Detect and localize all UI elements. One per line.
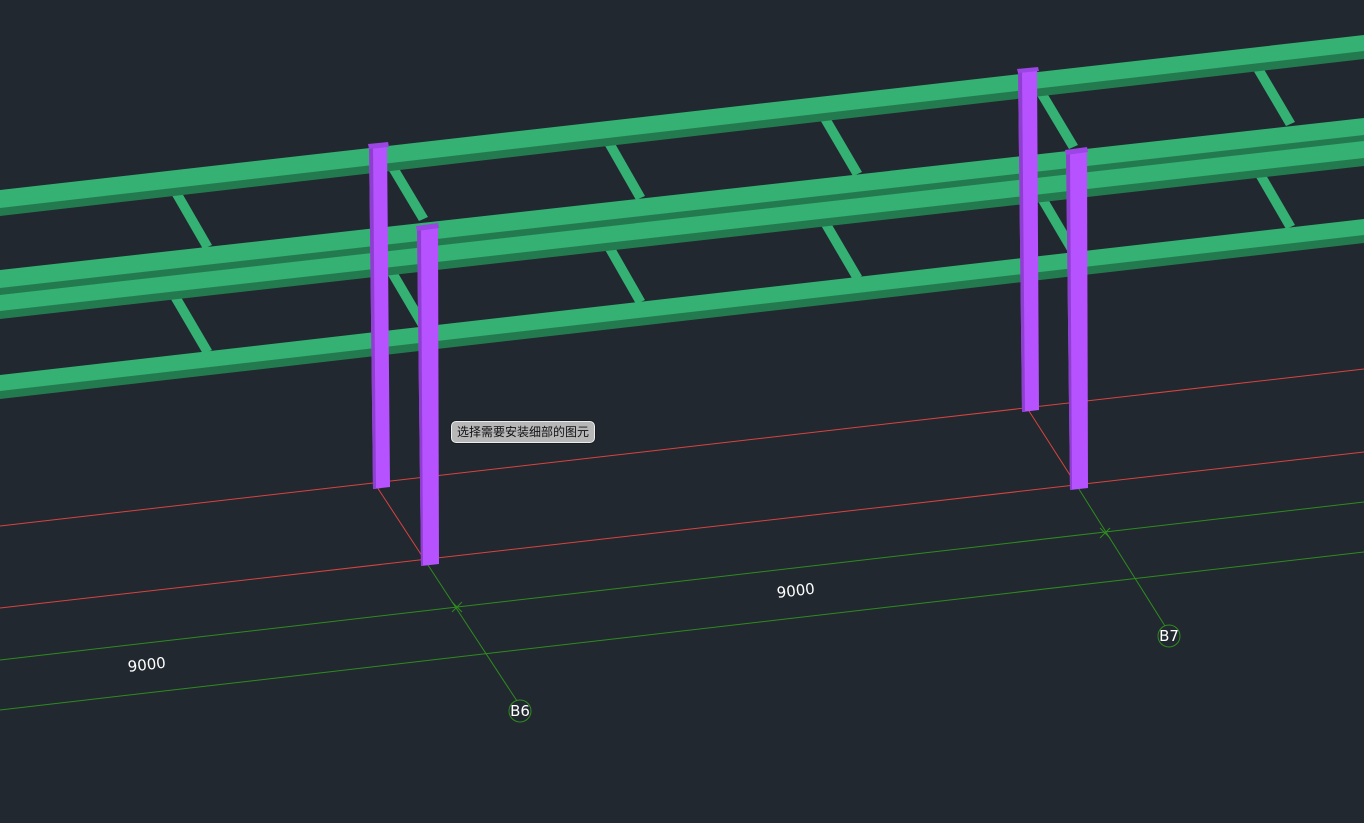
axis-label-b7[interactable]: B7	[1157, 624, 1181, 648]
red-grid-line	[0, 368, 1364, 527]
main-beam-shadow	[0, 51, 1364, 216]
dimension-tick	[1099, 527, 1111, 539]
red-grid-line	[376, 486, 427, 563]
green-axis-line-b6	[425, 561, 518, 702]
green-axis-line-b7	[1076, 485, 1166, 627]
grid-lines	[0, 368, 1364, 711]
red-grid-line	[0, 451, 1364, 609]
main-beam-shadow	[0, 135, 1364, 296]
structural-model-canvas[interactable]	[0, 0, 1364, 819]
axis-label-b6[interactable]: B6	[508, 699, 532, 723]
cad-3d-viewport[interactable]: 9000 9000 B6 B7 选择需要安装细部的图元	[0, 0, 1364, 819]
command-tooltip: 选择需要安装细部的图元	[451, 421, 596, 443]
